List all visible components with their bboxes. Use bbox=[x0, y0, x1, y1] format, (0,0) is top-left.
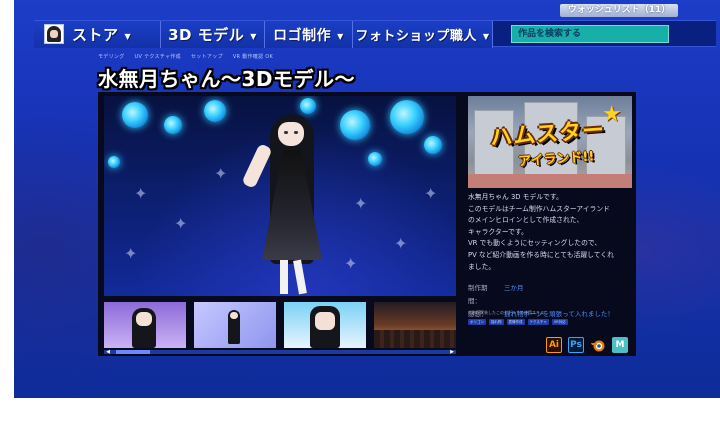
description-text: 水無月ちゃん 3D モデルです。 このモデルはチーム制作ハムスターアイランド の… bbox=[468, 193, 614, 271]
photoshop-icon: Ps bbox=[568, 337, 584, 353]
mesh-app-icon: M bbox=[612, 337, 628, 353]
meta-period: 制作期間： 三か月 bbox=[468, 282, 632, 308]
illustrator-icon: Ai bbox=[546, 337, 562, 353]
software-icons: Ai Ps M bbox=[546, 337, 628, 353]
logo-subtitle: アイランド!! bbox=[517, 149, 595, 170]
tag-item[interactable]: VR対応 bbox=[551, 319, 568, 325]
nav-3d-model[interactable]: 3D モデル ▼ bbox=[161, 21, 265, 48]
tools-label: 作者が実装したこのモデルでの使用スキル bbox=[468, 310, 544, 315]
meta-period-value: 三か月 bbox=[504, 284, 524, 292]
main-nav: ストア ▼ 3D モデル ▼ ロゴ制作 ▼ フォトショップ職人 ▼ bbox=[34, 20, 716, 48]
tag-item[interactable]: ポリゴン bbox=[468, 319, 486, 325]
search-area bbox=[493, 21, 716, 46]
search-input[interactable] bbox=[511, 24, 669, 43]
main-render-image[interactable]: ✦ ✦ ✦ ✦ ✦ ✦ ✦ ✦ bbox=[104, 96, 456, 296]
scroll-left-icon[interactable]: ◀ bbox=[104, 349, 112, 355]
page-background: ウォッシュリスト（11） ストア ▼ 3D モデル ▼ ロゴ制作 ▼ フォトショ… bbox=[14, 0, 720, 398]
breadcrumb: モデリング UV テクスチャ作成 セットアップ VR 動作確認 OK bbox=[98, 53, 273, 60]
thumbnail[interactable] bbox=[194, 302, 276, 348]
chevron-down-icon: ▼ bbox=[337, 31, 344, 41]
chevron-down-icon: ▼ bbox=[250, 31, 257, 41]
tag-item[interactable]: 揺れ物 bbox=[489, 319, 504, 325]
thumbnail[interactable] bbox=[104, 302, 186, 348]
nav-photoshop-label: フォトショップ職人 bbox=[355, 29, 477, 44]
nav-store[interactable]: ストア ▼ bbox=[34, 21, 161, 48]
blender-icon bbox=[590, 337, 606, 353]
chevron-down-icon: ▼ bbox=[482, 31, 490, 41]
tag-item[interactable]: テクスチャ bbox=[527, 319, 549, 325]
project-logo-banner: ハムスター アイランド!! ★ bbox=[468, 96, 632, 188]
tag-item[interactable]: 表情作成 bbox=[506, 319, 525, 325]
scrollbar-thumb[interactable] bbox=[116, 350, 150, 354]
thumbnail[interactable] bbox=[374, 302, 456, 348]
content-panel: ✦ ✦ ✦ ✦ ✦ ✦ ✦ ✦ ◀ ▶ ハムスター アイランド!! ★ 水無月ち… bbox=[98, 92, 636, 356]
gallery-scrollbar[interactable]: ◀ ▶ bbox=[104, 349, 456, 355]
character-figure bbox=[241, 114, 340, 296]
star-icon: ★ bbox=[602, 102, 622, 127]
scroll-right-icon[interactable]: ▶ bbox=[448, 349, 456, 355]
breadcrumb-item[interactable]: UV テクスチャ作成 bbox=[135, 53, 181, 60]
nav-store-label: ストア bbox=[72, 26, 119, 44]
breadcrumb-item[interactable]: VR 動作確認 OK bbox=[233, 53, 273, 60]
breadcrumb-item[interactable]: モデリング bbox=[98, 53, 125, 60]
breadcrumb-item[interactable]: セットアップ bbox=[191, 53, 223, 60]
thumbnail[interactable] bbox=[284, 302, 366, 348]
avatar bbox=[44, 24, 64, 44]
wishlist-button[interactable]: ウォッシュリスト（11） bbox=[560, 4, 678, 17]
skill-tags: ポリゴン 揺れ物 表情作成 テクスチャ VR対応 bbox=[468, 319, 568, 325]
nav-3d-model-label: 3D モデル bbox=[168, 26, 245, 44]
nav-photoshop[interactable]: フォトショップ職人 ▼ bbox=[353, 21, 493, 48]
chevron-down-icon: ▼ bbox=[124, 31, 132, 41]
nav-logo-design[interactable]: ロゴ制作 ▼ bbox=[265, 21, 353, 48]
meta-period-key: 制作期間： bbox=[468, 284, 488, 305]
page-title: 水無月ちゃん〜3Dモデル〜 bbox=[98, 67, 356, 91]
nav-logo-design-label: ロゴ制作 bbox=[273, 27, 332, 44]
